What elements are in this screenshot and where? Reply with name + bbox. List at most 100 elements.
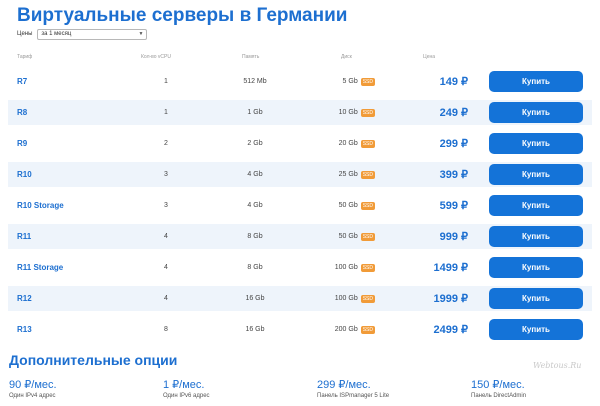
plan-price: 399 ₽ [439,169,468,181]
plan-ram: 8 Gb [247,233,263,240]
plan-ram: 2 Gb [247,140,263,147]
ssd-badge: SSD [360,170,375,179]
plan-ram: 1 Gb [247,109,263,116]
ssd-badge: SSD [360,294,375,303]
ssd-badge: SSD [360,139,375,148]
column-header-ram: Память [242,54,260,60]
plan-disk: 50 Gb SSD [320,224,375,249]
watermark: Webtous.Ru [533,361,582,370]
option-item: 299 ₽/мес. Панель ISPmanager 5 Lite [317,378,389,399]
plan-price: 149 ₽ [439,76,468,88]
buy-button[interactable]: Купить [489,288,583,309]
plan-name: R7 [17,77,28,86]
option-price: 90 ₽/мес. [9,379,57,391]
plan-vcpu: 3 [164,202,168,209]
plan-disk: 200 Gb SSD [320,317,375,342]
plan-vcpu: 1 [164,78,168,85]
price-period-select[interactable]: за 1 месяц ▼ [37,28,148,40]
plan-name: R10 [17,170,32,179]
column-header-vcpu: Кол-во vCPU [141,54,171,60]
buy-button[interactable]: Купить [489,164,583,185]
buy-button[interactable]: Купить [489,257,583,278]
table-row: R11 4 8 Gb 50 Gb SSD 999 ₽ Купить [8,224,592,249]
plan-ram: 16 Gb [245,295,265,302]
table-row: R9 2 2 Gb 20 Gb SSD 299 ₽ Купить [8,131,592,156]
column-header-price: Цена [423,54,436,60]
plan-vcpu: 4 [164,233,168,240]
page-title: Виртуальные серверы в Германии [17,5,348,26]
plan-ram: 4 Gb [247,171,263,178]
plan-name: R11 Storage [17,263,64,272]
buy-button[interactable]: Купить [489,102,583,123]
option-desc: Один IPv6 адрес [163,393,210,399]
plan-vcpu: 8 [164,326,168,333]
plan-disk-size: 20 Gb [338,140,358,147]
plan-disk-size: 10 Gb [338,109,358,116]
option-desc: Один IPv4 адрес [9,393,56,399]
option-desc: Панель ISPmanager 5 Lite [317,393,390,399]
plan-name: R13 [17,325,32,334]
options-title: Дополнительные опции [9,352,178,368]
ssd-badge: SSD [360,201,375,210]
plan-vcpu: 3 [164,171,168,178]
plan-disk: 25 Gb SSD [320,162,375,187]
chevron-down-icon: ▼ [138,31,144,37]
ssd-badge: SSD [360,108,375,117]
price-period-label: Цены [17,31,33,37]
plan-name: R12 [17,294,32,303]
buy-button[interactable]: Купить [489,133,583,154]
option-item: 90 ₽/мес. Один IPv4 адрес [9,378,57,399]
plan-disk: 100 Gb SSD [320,255,375,280]
plan-disk-size: 50 Gb [338,202,358,209]
plan-ram: 512 Mb [243,78,267,85]
column-header-plan: Тариф [17,54,33,60]
option-item: 1 ₽/мес. Один IPv6 адрес [163,378,210,399]
plan-disk: 20 Gb SSD [320,131,375,156]
plan-disk-size: 5 Gb [342,78,358,85]
plan-disk: 50 Gb SSD [320,193,375,218]
plan-price: 299 ₽ [439,138,468,150]
table-row: R12 4 16 Gb 100 Gb SSD 1999 ₽ Купить [8,286,592,311]
option-price: 150 ₽/мес. [471,379,525,391]
ssd-badge: SSD [360,325,375,334]
buy-button[interactable]: Купить [489,71,583,92]
option-price: 1 ₽/мес. [163,379,205,391]
plan-disk-size: 100 Gb [334,295,358,302]
table-header: Тариф Кол-во vCPU Память Диск Цена [0,54,600,64]
plan-vcpu: 4 [164,295,168,302]
ssd-badge: SSD [360,77,375,86]
table-row: R13 8 16 Gb 200 Gb SSD 2499 ₽ Купить [8,317,592,342]
plan-ram: 4 Gb [247,202,263,209]
plan-price: 249 ₽ [439,107,468,119]
buy-button[interactable]: Купить [489,319,583,340]
plan-price: 1499 ₽ [433,262,468,274]
table-row: R11 Storage 4 8 Gb 100 Gb SSD 1499 ₽ Купи… [8,255,592,280]
plan-price: 1999 ₽ [433,293,468,305]
plan-disk-size: 200 Gb [334,326,358,333]
plan-ram: 16 Gb [245,326,265,333]
option-desc: Панель DirectAdmin [471,393,527,399]
plan-disk: 5 Gb SSD [320,69,375,94]
plan-vcpu: 2 [164,140,168,147]
plan-disk-size: 25 Gb [338,171,358,178]
plan-ram: 8 Gb [247,264,263,271]
option-price: 299 ₽/мес. [317,379,371,391]
table-row: R7 1 512 Mb 5 Gb SSD 149 ₽ Купить [8,69,592,94]
plan-name: R11 [17,232,32,241]
plan-disk-size: 50 Gb [338,233,358,240]
buy-button[interactable]: Купить [489,195,583,216]
plan-vcpu: 1 [164,109,168,116]
buy-button[interactable]: Купить [489,226,583,247]
plan-vcpu: 4 [164,264,168,271]
table-row: R10 3 4 Gb 25 Gb SSD 399 ₽ Купить [8,162,592,187]
price-period-filter: Цены за 1 месяц ▼ [17,28,148,40]
plan-disk: 10 Gb SSD [320,100,375,125]
option-item: 150 ₽/мес. Панель DirectAdmin [471,378,526,399]
plan-price: 999 ₽ [439,231,468,243]
plan-price: 2499 ₽ [433,324,468,336]
plan-disk: 100 Gb SSD [320,286,375,311]
plan-name: R9 [17,139,28,148]
plan-name: R8 [17,108,28,117]
table-row: R8 1 1 Gb 10 Gb SSD 249 ₽ Купить [8,100,592,125]
column-header-disk: Диск [341,54,352,60]
